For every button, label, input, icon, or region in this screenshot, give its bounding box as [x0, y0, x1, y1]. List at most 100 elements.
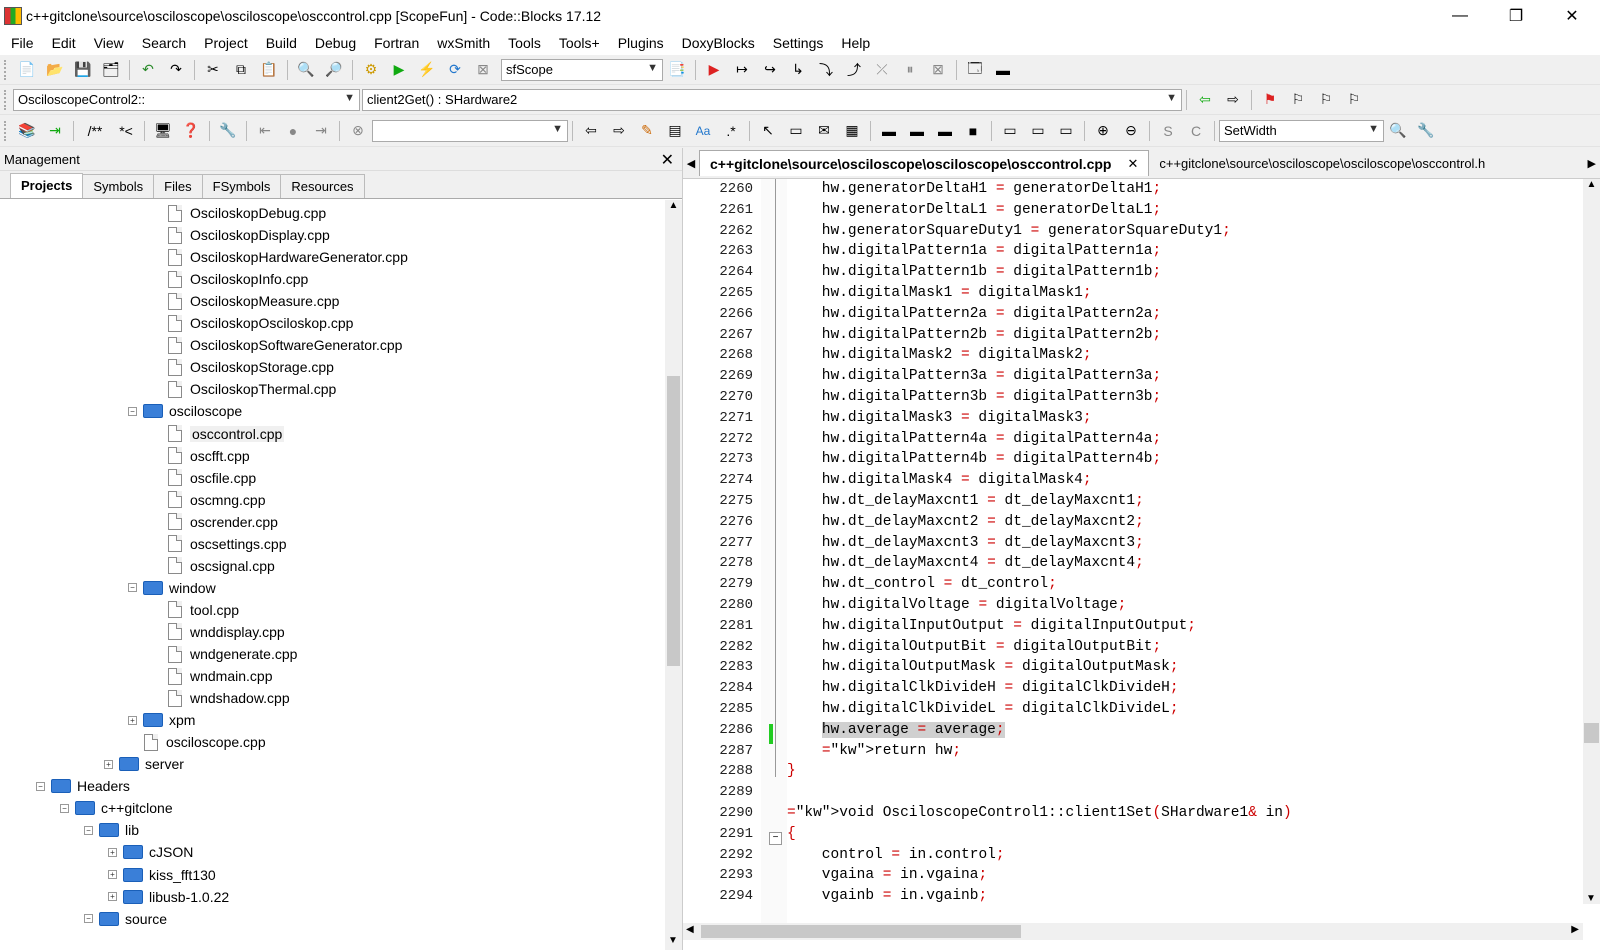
expand-icon[interactable]: +: [104, 759, 113, 769]
debug-icon[interactable]: ▶: [702, 59, 726, 81]
build-target-combo[interactable]: sfScope ▼: [501, 58, 663, 81]
menu-search[interactable]: Search: [133, 31, 195, 55]
rebuild-icon[interactable]: ⟳: [443, 59, 467, 81]
toolbar-grip[interactable]: [4, 120, 9, 141]
menu-wxsmith[interactable]: wxSmith: [428, 31, 499, 55]
jump-back-icon[interactable]: ⇦: [1193, 89, 1217, 111]
clear-search-icon[interactable]: ⊗: [346, 120, 370, 142]
break-icon[interactable]: ⤫: [870, 59, 894, 81]
code-line[interactable]: hw.generatorDeltaL1 = generatorDeltaL1;: [787, 200, 1577, 221]
scroll-thumb[interactable]: [701, 925, 1021, 938]
code-line[interactable]: hw.digitalMask4 = digitalMask4;: [787, 470, 1577, 491]
wx-preview-icon[interactable]: 🔍: [1386, 120, 1410, 142]
wx-sizer1-icon[interactable]: ▬: [877, 120, 901, 142]
menu-debug[interactable]: Debug: [306, 31, 365, 55]
scroll-thumb[interactable]: [1584, 723, 1599, 743]
expand-icon[interactable]: +: [108, 870, 117, 879]
copy-icon[interactable]: ⧉: [229, 59, 253, 81]
step-out-icon[interactable]: ⤴: [842, 59, 866, 81]
menu-doxyblocks[interactable]: DoxyBlocks: [673, 31, 764, 55]
jump-forward-icon[interactable]: ⇨: [1221, 89, 1245, 111]
tree-file[interactable]: osciloscope.cpp: [144, 731, 266, 753]
match-case-icon[interactable]: Aa: [691, 120, 715, 142]
code-line[interactable]: hw.dt_delayMaxcnt4 = dt_delayMaxcnt4;: [787, 553, 1577, 574]
editor-hscrollbar[interactable]: ◀ ▶: [683, 923, 1583, 940]
tree-file[interactable]: tool.cpp: [168, 599, 239, 621]
code-line[interactable]: hw.dt_control = dt_control;: [787, 574, 1577, 595]
menu-project[interactable]: Project: [195, 31, 257, 55]
jump-prev-icon[interactable]: ⇤: [253, 120, 277, 142]
highlight-icon[interactable]: ✎: [635, 120, 659, 142]
menu-plugins[interactable]: Plugins: [609, 31, 673, 55]
doxy-extract-icon[interactable]: ⇥: [43, 120, 67, 142]
function-combo[interactable]: client2Get() : SHardware2 ▼: [362, 88, 1182, 111]
code-line[interactable]: hw.digitalClkDivideL = digitalClkDivideL…: [787, 699, 1577, 720]
collapse-icon[interactable]: −: [60, 803, 69, 813]
debug-windows-icon[interactable]: 🗔: [963, 59, 987, 81]
tree-file[interactable]: wndgenerate.cpp: [168, 643, 297, 665]
tree-file[interactable]: oscfile.cpp: [168, 467, 256, 489]
wx-border3-icon[interactable]: ▭: [1054, 120, 1078, 142]
scroll-thumb[interactable]: [667, 376, 680, 666]
doxy-config-icon[interactable]: 🔧: [216, 120, 240, 142]
jump-dot-icon[interactable]: ●: [281, 120, 305, 142]
code-line[interactable]: hw.dt_delayMaxcnt2 = dt_delayMaxcnt2;: [787, 512, 1577, 533]
code-line[interactable]: hw.digitalPattern4a = digitalPattern4a;: [787, 429, 1577, 450]
tabs-scroll-left-icon[interactable]: ◀: [683, 157, 699, 170]
next-line-icon[interactable]: ↪: [758, 59, 782, 81]
code-line[interactable]: hw.generatorSquareDuty1 = generatorSquar…: [787, 221, 1577, 242]
various-info-icon[interactable]: ▬: [991, 59, 1015, 81]
tree-file[interactable]: OsciloskopStorage.cpp: [168, 356, 334, 378]
run-to-cursor-icon[interactable]: ↦: [730, 59, 754, 81]
code-line[interactable]: hw.digitalPattern1b = digitalPattern1b;: [787, 262, 1577, 283]
fold-margin[interactable]: −: [761, 179, 787, 939]
zoom-out-icon[interactable]: ⊖: [1119, 120, 1143, 142]
regex-icon[interactable]: .*: [719, 120, 743, 142]
wx-border1-icon[interactable]: ▭: [998, 120, 1022, 142]
tree-folder[interactable]: − Headers: [36, 775, 130, 797]
tree-folder[interactable]: − c++gitclone: [60, 797, 173, 819]
menu-tools[interactable]: Tools+: [550, 31, 609, 55]
scroll-up-icon[interactable]: ▲: [665, 200, 682, 211]
code-line[interactable]: ="kw">return hw;: [787, 741, 1577, 762]
wx-c-icon[interactable]: C: [1184, 120, 1208, 142]
tab-fsymbols[interactable]: FSymbols: [201, 174, 282, 198]
project-tree[interactable]: OsciloskopDebug.cpp OsciloskopDisplay.cpp…: [8, 202, 668, 942]
menu-settings[interactable]: Settings: [764, 31, 833, 55]
tab-symbols[interactable]: Symbols: [82, 174, 155, 198]
tabs-scroll-right-icon[interactable]: ▶: [1588, 157, 1596, 170]
zoom-in-icon[interactable]: ⊕: [1091, 120, 1115, 142]
menu-tools[interactable]: Tools: [499, 31, 550, 55]
new-file-icon[interactable]: 📄: [15, 59, 39, 81]
toggle-bookmark-icon[interactable]: ⚑: [1258, 89, 1282, 111]
scroll-up-icon[interactable]: ▲: [1583, 179, 1600, 190]
tab-osccontrol-h[interactable]: c++gitclone\source\osciloscope\oscilosco…: [1149, 150, 1495, 176]
jump-next-icon[interactable]: ⇥: [309, 120, 333, 142]
menu-file[interactable]: File: [2, 31, 43, 55]
code-line[interactable]: hw.digitalVoltage = digitalVoltage;: [787, 595, 1577, 616]
code-line[interactable]: hw.dt_delayMaxcnt1 = dt_delayMaxcnt1;: [787, 491, 1577, 512]
search-next-icon[interactable]: ⇨: [607, 120, 631, 142]
code-line[interactable]: hw.digitalMask1 = digitalMask1;: [787, 283, 1577, 304]
tree-folder[interactable]: + xpm: [128, 709, 195, 731]
save-all-icon[interactable]: 🗂: [99, 59, 123, 81]
wx-sizer4-icon[interactable]: ■: [961, 120, 985, 142]
tab-files[interactable]: Files: [153, 174, 203, 198]
collapse-icon[interactable]: −: [84, 914, 93, 924]
wx-s-icon[interactable]: S: [1156, 120, 1180, 142]
scroll-right-icon[interactable]: ▶: [1571, 924, 1579, 935]
code-line[interactable]: hw.digitalClkDivideH = digitalClkDivideH…: [787, 678, 1577, 699]
tree-file[interactable]: oscmng.cpp: [168, 489, 265, 511]
step-into-icon[interactable]: ⤵: [814, 59, 838, 81]
doxy-html-icon[interactable]: 🖥: [151, 120, 175, 142]
wx-settings-icon[interactable]: 🔧: [1414, 120, 1438, 142]
close-button[interactable]: ✕: [1544, 0, 1600, 31]
collapse-icon[interactable]: −: [128, 406, 137, 416]
wx-sizer3-icon[interactable]: ▬: [933, 120, 957, 142]
tab-projects[interactable]: Projects: [10, 173, 84, 198]
collapse-icon[interactable]: −: [128, 583, 137, 593]
scroll-left-icon[interactable]: ◀: [686, 924, 694, 935]
code-line[interactable]: hw.average = average;: [787, 720, 1577, 741]
menu-edit[interactable]: Edit: [43, 31, 85, 55]
tree-file[interactable]: OsciloskopOsciloskop.cpp: [168, 312, 353, 334]
